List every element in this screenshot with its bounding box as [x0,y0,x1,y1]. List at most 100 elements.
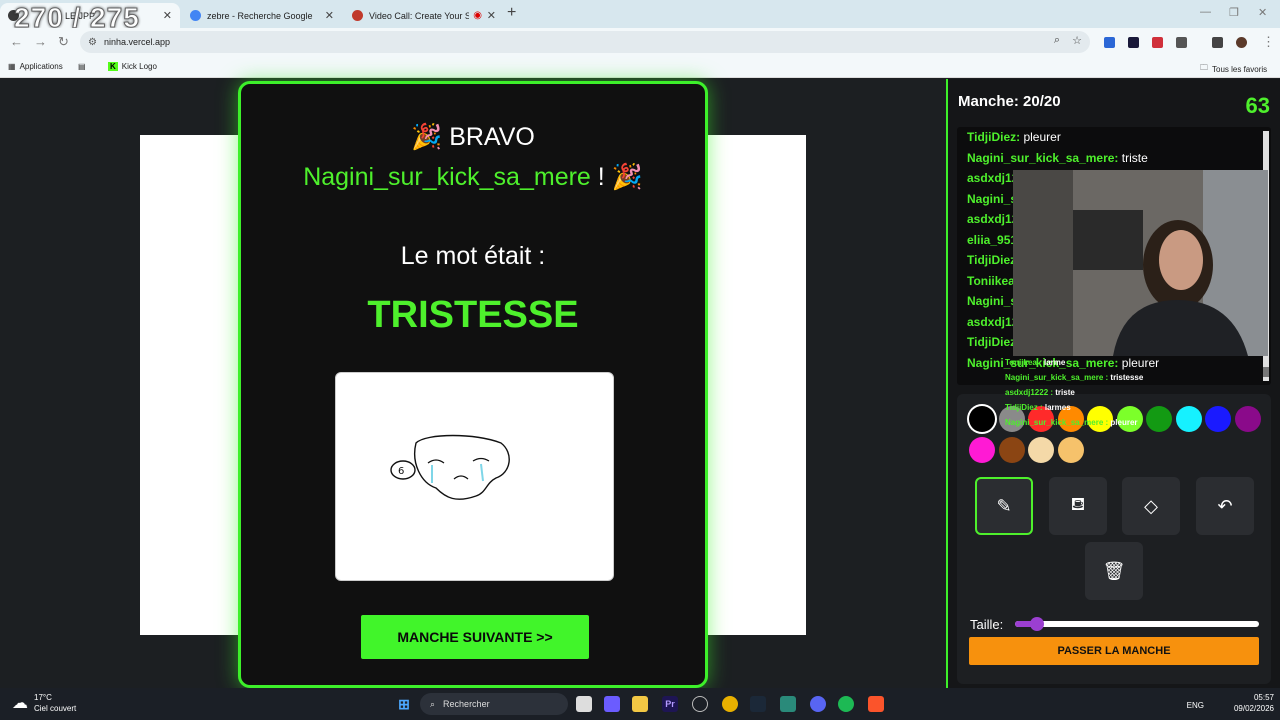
discord-icon[interactable] [810,696,826,712]
overlay-chat-text: larme [1043,358,1066,367]
all-bookmarks[interactable]: 🗀 Tous les favoris [1200,62,1267,76]
overlay-chat-username: Nagini_sur_kick_sa_mere : [1005,373,1109,382]
extension-icon[interactable] [1104,37,1115,48]
puzzle-icon[interactable] [1176,37,1187,48]
premiere-icon[interactable]: Pr [662,696,678,712]
fill-tool-button[interactable]: ⛾ [1049,477,1107,535]
tab-video-call[interactable]: Video Call: Create Your Ser ◉ ✕ [344,3,504,28]
color-swatch[interactable] [1057,437,1084,463]
chat-username: asdxdj12 [967,212,1019,226]
spotify-icon[interactable] [838,696,854,712]
cloud-icon: ☁ [12,695,28,712]
url-bar[interactable]: ⚙ ninha.vercel.app ⌕ ☆ [80,31,1090,53]
chat-username: TidjiDiez [967,253,1017,267]
secret-word: TRISTESSE [367,294,579,336]
stream-overlay-chat: Toniikea : larme Nagini_sur_kick_sa_mere … [1005,355,1280,430]
forward-icon[interactable]: → [34,34,47,49]
eraser-tool-button[interactable]: ◇ [1122,477,1180,535]
overlay-chat-message: Toniikea : larme [1005,355,1280,370]
zoom-icon[interactable]: ⌕ [1054,34,1060,47]
bookmark-label: Applications [19,62,63,71]
task-view-icon[interactable] [576,696,592,712]
tab-close-icon[interactable]: ✕ [163,9,172,22]
tab-title: zebre - Recherche Google [207,10,313,21]
final-drawing: 6 [335,372,614,581]
bookmark-applications[interactable]: ▦ Applications [8,62,63,71]
bookmark-kick-logo[interactable]: K Kick Logo [108,62,157,71]
tab-title: Video Call: Create Your Ser [369,10,469,21]
pencil-tool-button[interactable]: ✎ [975,477,1033,535]
trash-icon: 🗑 [1102,560,1126,581]
folder-icon: 🗀 [1200,63,1208,72]
kick-logo-icon: K [108,62,118,71]
back-icon[interactable]: ← [10,34,23,49]
next-round-button[interactable]: MANCHE SUIVANTE >> [361,615,589,659]
color-swatch[interactable] [998,437,1025,463]
undo-button[interactable]: ↶ [1196,477,1254,535]
menu-kebab-icon[interactable]: ⋮ [1262,34,1275,50]
overlay-chat-message: TidjiDiez : larmes [1005,400,1280,415]
maximize-icon[interactable]: ❐ [1229,6,1239,19]
overlay-chat-username: asdxdj1222 : [1005,388,1054,397]
chat-username: Nagini_s [967,191,1018,206]
chat-username: asdxdj12 [967,314,1019,329]
weather-temp: 17°C [34,693,52,702]
windows-taskbar: ☁ 17°C Ciel couvert ⊞ ⌕ Rechercher Pr EN… [0,688,1280,720]
windows-start-icon[interactable]: ⊞ [396,696,412,712]
overlay-chat-message: Nagini_sur_kick_sa_mere : tristesse [1005,370,1280,385]
chrome-icon[interactable] [722,696,738,712]
clear-canvas-button[interactable]: 🗑 [1085,542,1143,600]
winner-line: Nagini_sur_kick_sa_mere ! 🎉 [303,163,643,191]
brave-icon[interactable] [868,696,884,712]
overlay-chat-text: larmes [1044,403,1071,412]
skip-round-button[interactable]: PASSER LA MANCHE [969,637,1259,665]
search-label: Rechercher [443,699,490,709]
color-swatch[interactable] [969,437,995,463]
weather-desc: Ciel couvert [34,704,77,713]
app-icon[interactable] [780,696,796,712]
tab-close-icon[interactable]: ✕ [487,9,496,22]
extension-icon[interactable] [1152,37,1163,48]
system-tray[interactable]: ENG 05:57 09/02/2026 [1187,692,1274,714]
app-icon[interactable] [604,696,620,712]
bookmark-star-icon[interactable]: ☆ [1072,34,1082,47]
paint-bucket-icon: ⛾ [1070,494,1086,514]
profile-avatar[interactable] [1236,37,1247,48]
bookmarks-bar: ▦ Applications ▤ K Kick Logo 🗀 Tous les … [0,56,1280,78]
round-result-modal: 🎉 BRAVO Nagini_sur_kick_sa_mere ! 🎉 Le m… [238,81,708,688]
overlay-chat-text: triste [1055,388,1075,397]
media-icon[interactable] [1212,37,1223,48]
new-tab-icon[interactable]: + [507,4,516,22]
minimize-icon[interactable]: — [1200,6,1211,18]
clock-time: 05:57 [1253,693,1274,702]
tab-close-icon[interactable]: ✕ [325,9,334,22]
bookmark-tab-groups[interactable]: ▤ [78,62,90,71]
brush-size-knob[interactable] [1029,617,1044,631]
sad-face-drawing: 6 [390,434,510,500]
obs-icon[interactable] [692,696,708,712]
recording-icon: ◉ [473,10,482,21]
close-window-icon[interactable]: ✕ [1258,6,1267,19]
overlay-chat-username: TidjiDiez : [1005,403,1043,412]
word-intro: Le mot était : [400,242,546,270]
steam-icon[interactable] [750,696,766,712]
chat-username: TidjiDiez: [967,130,1021,144]
chat-text: pleurer [1023,130,1061,144]
winner-suffix: ! [597,163,605,191]
taskbar-search[interactable]: ⌕ Rechercher [420,693,568,715]
overlay-chat-message: Nagini_sur_kick_sa_mere : pleurer [1005,415,1280,430]
reload-icon[interactable]: ↻ [58,34,69,50]
weather-widget[interactable]: ☁ 17°C Ciel couvert [12,692,76,714]
color-swatch[interactable] [1028,437,1054,463]
pencil-icon: ✎ [996,495,1012,516]
color-swatch[interactable] [969,406,995,432]
chat-message: TidjiDiez: pleurer [957,127,1271,148]
brush-size-slider[interactable] [1015,617,1259,631]
file-explorer-icon[interactable] [632,696,648,712]
chat-message: Nagini_sur_kick_sa_mere: triste [957,148,1271,169]
language-indicator[interactable]: ENG [1187,700,1204,711]
site-info-icon[interactable]: ⚙ [88,37,97,48]
tab-google[interactable]: zebre - Recherche Google ✕ [182,3,342,28]
address-toolbar: ← → ↻ ⚙ ninha.vercel.app ⌕ ☆ ⋮ [0,28,1280,56]
extension-icon[interactable] [1128,37,1139,48]
